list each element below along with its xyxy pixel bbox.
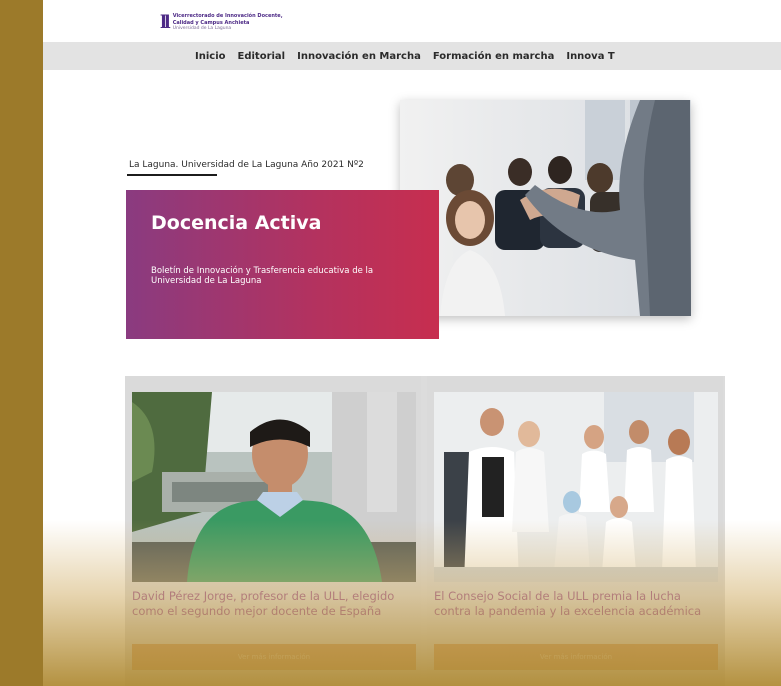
university-logo[interactable]: ll Vicerrectorado de Innovación Docente,… — [160, 13, 283, 33]
nav-item-innovacion-en-marcha[interactable]: Innovación en Marcha — [297, 51, 421, 62]
news-card-1-photo[interactable] — [132, 392, 416, 582]
news-card-2-title[interactable]: El Consejo Social de la ULL premia la lu… — [434, 589, 719, 619]
hero-subtitle: Boletín de Innovación y Trasferencia edu… — [151, 266, 374, 286]
nav-item-formacion-en-marcha[interactable]: Formación en marcha — [433, 51, 555, 62]
news-card-2-photo[interactable] — [434, 392, 718, 582]
news-card-1[interactable]: David Pérez Jorge, profesor de la ULL, e… — [125, 376, 421, 686]
nav-item-editorial[interactable]: Editorial — [238, 51, 286, 62]
hero-banner: Docencia Activa Boletín de Innovación y … — [126, 190, 439, 339]
kicker-underline — [127, 174, 217, 176]
news-card-2-more-button[interactable]: Ver más información — [434, 644, 718, 670]
main-nav: Inicio Editorial Innovación en Marcha Fo… — [195, 42, 615, 70]
news-card-1-title[interactable]: David Pérez Jorge, profesor de la ULL, e… — [132, 589, 417, 619]
logo-line-3: Universidad de La Laguna — [172, 26, 232, 31]
issue-kicker: La Laguna. Universidad de La Laguna Año … — [129, 160, 364, 170]
logo-text: Vicerrectorado de Innovación Docente, Ca… — [173, 13, 283, 33]
nav-item-innova-t[interactable]: Innova T — [566, 51, 614, 62]
news-card-1-more-button[interactable]: Ver más información — [132, 644, 416, 670]
hero-classroom-photo — [400, 100, 691, 316]
left-side-bar — [0, 0, 43, 686]
nav-item-inicio[interactable]: Inicio — [195, 51, 226, 62]
hero-title: Docencia Activa — [151, 212, 322, 234]
logo-mark-icon: ll — [160, 12, 171, 33]
main-nav-bar: Inicio Editorial Innovación en Marcha Fo… — [43, 42, 781, 70]
news-card-2[interactable]: El Consejo Social de la ULL premia la lu… — [427, 376, 723, 686]
